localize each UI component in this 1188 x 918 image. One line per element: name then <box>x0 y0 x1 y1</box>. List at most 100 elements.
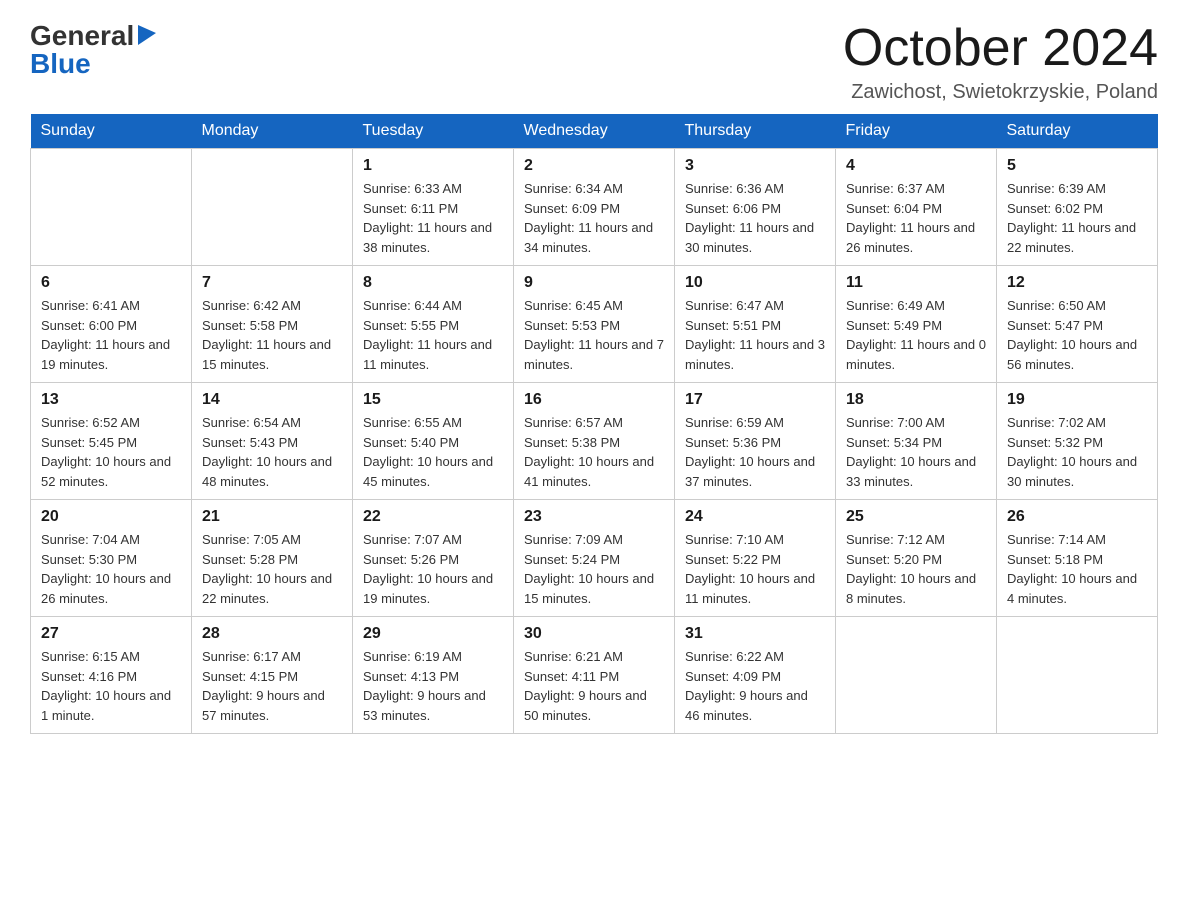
week-row-2: 6 Sunrise: 6:41 AMSunset: 6:00 PMDaylight… <box>31 266 1158 383</box>
week-row-5: 27 Sunrise: 6:15 AMSunset: 4:16 PMDayligh… <box>31 617 1158 734</box>
month-title: October 2024 <box>843 20 1158 77</box>
day-number: 23 <box>524 508 664 526</box>
day-number: 12 <box>1007 274 1147 292</box>
day-number: 15 <box>363 391 503 409</box>
day-number: 11 <box>846 274 986 292</box>
day-info: Sunrise: 6:44 AMSunset: 5:55 PMDaylight:… <box>363 296 503 374</box>
day-info: Sunrise: 7:00 AMSunset: 5:34 PMDaylight:… <box>846 413 986 491</box>
day-number: 14 <box>202 391 342 409</box>
day-number: 7 <box>202 274 342 292</box>
calendar-cell: 25 Sunrise: 7:12 AMSunset: 5:20 PMDayligh… <box>836 500 997 617</box>
header-wednesday: Wednesday <box>514 114 675 149</box>
day-number: 18 <box>846 391 986 409</box>
title-block: October 2024 Zawichost, Swietokrzyskie, … <box>843 20 1158 104</box>
calendar-cell: 6 Sunrise: 6:41 AMSunset: 6:00 PMDaylight… <box>31 266 192 383</box>
calendar-cell: 3Sunrise: 6:36 AMSunset: 6:06 PMDaylight… <box>675 149 836 266</box>
day-info: Sunrise: 6:34 AMSunset: 6:09 PMDaylight:… <box>524 179 664 257</box>
calendar-cell <box>31 149 192 266</box>
day-info: Sunrise: 6:17 AMSunset: 4:15 PMDaylight:… <box>202 647 342 725</box>
day-info: Sunrise: 6:52 AMSunset: 5:45 PMDaylight:… <box>41 413 181 491</box>
week-row-1: 1 Sunrise: 6:33 AMSunset: 6:11 PMDaylight… <box>31 149 1158 266</box>
day-number: 30 <box>524 625 664 643</box>
calendar-cell: 22Sunrise: 7:07 AMSunset: 5:26 PMDayligh… <box>353 500 514 617</box>
header-friday: Friday <box>836 114 997 149</box>
header-thursday: Thursday <box>675 114 836 149</box>
day-number: 17 <box>685 391 825 409</box>
day-number: 4 <box>846 157 986 175</box>
logo: General Blue <box>30 20 156 78</box>
day-info: Sunrise: 7:09 AMSunset: 5:24 PMDaylight:… <box>524 530 664 608</box>
page-header: General Blue October 2024 Zawichost, Swi… <box>30 20 1158 104</box>
day-info: Sunrise: 6:15 AMSunset: 4:16 PMDaylight:… <box>41 647 181 725</box>
calendar-cell: 19 Sunrise: 7:02 AMSunset: 5:32 PMDayligh… <box>997 383 1158 500</box>
day-info: Sunrise: 6:47 AMSunset: 5:51 PMDaylight:… <box>685 296 825 374</box>
calendar-cell: 18 Sunrise: 7:00 AMSunset: 5:34 PMDayligh… <box>836 383 997 500</box>
day-info: Sunrise: 7:12 AMSunset: 5:20 PMDaylight:… <box>846 530 986 608</box>
day-number: 24 <box>685 508 825 526</box>
day-info: Sunrise: 6:39 AMSunset: 6:02 PMDaylight:… <box>1007 179 1147 257</box>
calendar-cell: 10Sunrise: 6:47 AMSunset: 5:51 PMDayligh… <box>675 266 836 383</box>
day-info: Sunrise: 7:14 AMSunset: 5:18 PMDaylight:… <box>1007 530 1147 608</box>
header-saturday: Saturday <box>997 114 1158 149</box>
calendar-cell: 8Sunrise: 6:44 AMSunset: 5:55 PMDaylight… <box>353 266 514 383</box>
day-info: Sunrise: 6:42 AMSunset: 5:58 PMDaylight:… <box>202 296 342 374</box>
week-row-3: 13 Sunrise: 6:52 AMSunset: 5:45 PMDayligh… <box>31 383 1158 500</box>
day-info: Sunrise: 7:10 AMSunset: 5:22 PMDaylight:… <box>685 530 825 608</box>
day-number: 29 <box>363 625 503 643</box>
calendar-cell: 14 Sunrise: 6:54 AMSunset: 5:43 PMDayligh… <box>192 383 353 500</box>
calendar-cell: 21Sunrise: 7:05 AMSunset: 5:28 PMDayligh… <box>192 500 353 617</box>
day-info: Sunrise: 6:54 AMSunset: 5:43 PMDaylight:… <box>202 413 342 491</box>
calendar-cell: 17Sunrise: 6:59 AMSunset: 5:36 PMDayligh… <box>675 383 836 500</box>
calendar-cell <box>836 617 997 734</box>
logo-blue: Blue <box>30 50 91 78</box>
calendar-cell: 5 Sunrise: 6:39 AMSunset: 6:02 PMDaylight… <box>997 149 1158 266</box>
day-number: 20 <box>41 508 181 526</box>
day-number: 16 <box>524 391 664 409</box>
day-info: Sunrise: 6:49 AMSunset: 5:49 PMDaylight:… <box>846 296 986 374</box>
calendar-cell: 24 Sunrise: 7:10 AMSunset: 5:22 PMDayligh… <box>675 500 836 617</box>
calendar-cell: 12 Sunrise: 6:50 AMSunset: 5:47 PMDayligh… <box>997 266 1158 383</box>
calendar-table: SundayMondayTuesdayWednesdayThursdayFrid… <box>30 114 1158 734</box>
day-number: 2 <box>524 157 664 175</box>
calendar-cell: 16 Sunrise: 6:57 AMSunset: 5:38 PMDayligh… <box>514 383 675 500</box>
day-info: Sunrise: 7:04 AMSunset: 5:30 PMDaylight:… <box>41 530 181 608</box>
day-info: Sunrise: 7:02 AMSunset: 5:32 PMDaylight:… <box>1007 413 1147 491</box>
calendar-cell: 20 Sunrise: 7:04 AMSunset: 5:30 PMDayligh… <box>31 500 192 617</box>
header-tuesday: Tuesday <box>353 114 514 149</box>
calendar-header-row: SundayMondayTuesdayWednesdayThursdayFrid… <box>31 114 1158 149</box>
calendar-cell: 30 Sunrise: 6:21 AMSunset: 4:11 PMDayligh… <box>514 617 675 734</box>
calendar-cell: 23 Sunrise: 7:09 AMSunset: 5:24 PMDayligh… <box>514 500 675 617</box>
day-info: Sunrise: 6:21 AMSunset: 4:11 PMDaylight:… <box>524 647 664 725</box>
calendar-cell: 11 Sunrise: 6:49 AMSunset: 5:49 PMDayligh… <box>836 266 997 383</box>
day-number: 9 <box>524 274 664 292</box>
day-number: 5 <box>1007 157 1147 175</box>
calendar-cell: 9 Sunrise: 6:45 AMSunset: 5:53 PMDaylight… <box>514 266 675 383</box>
day-info: Sunrise: 6:37 AMSunset: 6:04 PMDaylight:… <box>846 179 986 257</box>
calendar-cell: 2 Sunrise: 6:34 AMSunset: 6:09 PMDaylight… <box>514 149 675 266</box>
day-number: 13 <box>41 391 181 409</box>
calendar-cell: 27 Sunrise: 6:15 AMSunset: 4:16 PMDayligh… <box>31 617 192 734</box>
day-info: Sunrise: 6:33 AMSunset: 6:11 PMDaylight:… <box>363 179 503 257</box>
calendar-cell: 7 Sunrise: 6:42 AMSunset: 5:58 PMDaylight… <box>192 266 353 383</box>
day-info: Sunrise: 6:57 AMSunset: 5:38 PMDaylight:… <box>524 413 664 491</box>
day-number: 22 <box>363 508 503 526</box>
header-monday: Monday <box>192 114 353 149</box>
day-info: Sunrise: 6:19 AMSunset: 4:13 PMDaylight:… <box>363 647 503 725</box>
day-info: Sunrise: 6:50 AMSunset: 5:47 PMDaylight:… <box>1007 296 1147 374</box>
day-number: 19 <box>1007 391 1147 409</box>
day-info: Sunrise: 6:41 AMSunset: 6:00 PMDaylight:… <box>41 296 181 374</box>
logo-triangle-icon <box>138 25 156 50</box>
day-info: Sunrise: 6:22 AMSunset: 4:09 PMDaylight:… <box>685 647 825 725</box>
day-number: 25 <box>846 508 986 526</box>
day-info: Sunrise: 6:45 AMSunset: 5:53 PMDaylight:… <box>524 296 664 374</box>
day-number: 27 <box>41 625 181 643</box>
day-number: 6 <box>41 274 181 292</box>
day-number: 26 <box>1007 508 1147 526</box>
calendar-cell: 31Sunrise: 6:22 AMSunset: 4:09 PMDayligh… <box>675 617 836 734</box>
calendar-cell: 13 Sunrise: 6:52 AMSunset: 5:45 PMDayligh… <box>31 383 192 500</box>
calendar-cell <box>997 617 1158 734</box>
calendar-cell: 28Sunrise: 6:17 AMSunset: 4:15 PMDayligh… <box>192 617 353 734</box>
location: Zawichost, Swietokrzyskie, Poland <box>843 81 1158 104</box>
day-number: 1 <box>363 157 503 175</box>
calendar-cell <box>192 149 353 266</box>
